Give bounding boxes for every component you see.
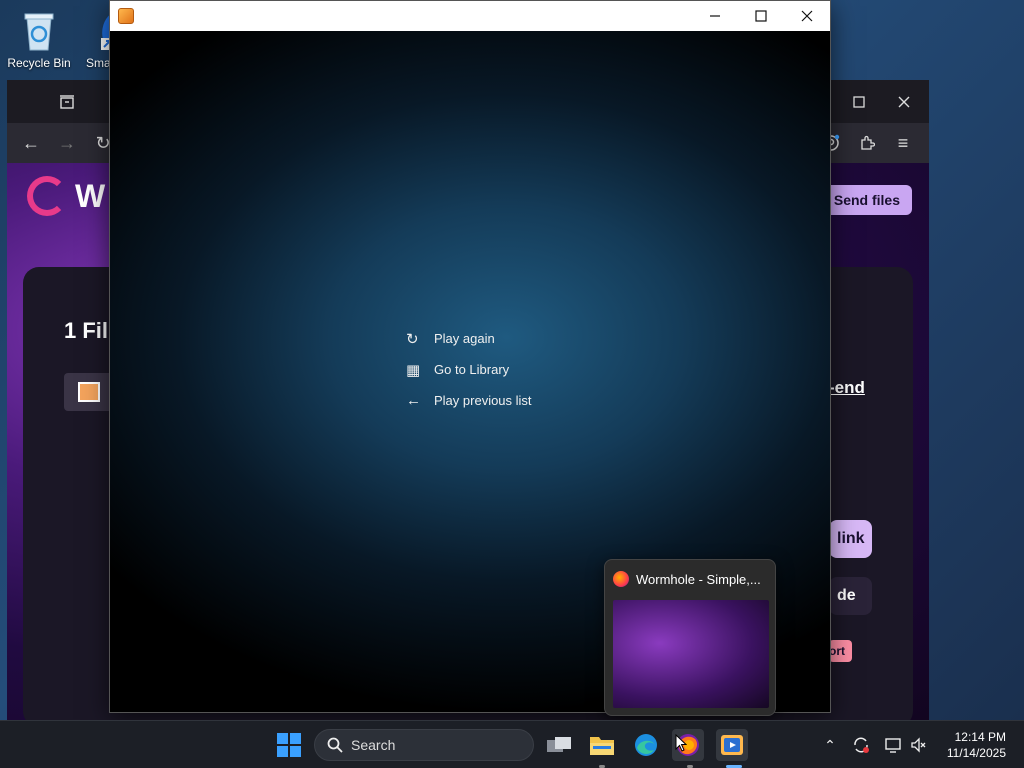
maximize-button[interactable] (738, 1, 784, 31)
player-title-bar (110, 1, 830, 31)
edge-icon[interactable] (630, 729, 662, 761)
file-count-heading: 1 Fil (64, 318, 109, 343)
menu-item-label: Go to Library (434, 362, 510, 377)
copy-link-button[interactable]: link (829, 520, 872, 558)
close-button[interactable] (784, 1, 830, 31)
thumbnail-preview-image[interactable] (613, 600, 769, 708)
arrow-left-icon: ← (406, 392, 421, 409)
recycle-bin-icon (24, 13, 54, 51)
mouse-cursor-icon (675, 734, 687, 752)
desktop-icon-label: Sma (86, 56, 110, 70)
search-icon (327, 737, 343, 753)
taskbar-search-box[interactable]: Search (314, 729, 534, 761)
media-player-app-icon (118, 8, 134, 24)
maximize-button[interactable] (836, 80, 882, 123)
menu-icon[interactable]: ≡ (885, 123, 921, 163)
start-button[interactable] (277, 733, 301, 757)
tab-overview-icon[interactable] (44, 80, 90, 123)
desktop-icon-label: Recycle Bin (7, 56, 71, 70)
report-button[interactable]: ort (829, 640, 852, 662)
end-to-end-link[interactable]: -end (829, 378, 865, 398)
forward-button[interactable]: → (49, 123, 85, 163)
taskbar-thumbnail-preview[interactable]: Wormhole - Simple,... (604, 559, 776, 716)
replay-icon: ↻ (406, 330, 419, 348)
clock-date: 11/14/2025 (946, 746, 1006, 760)
firefox-icon (613, 571, 629, 587)
file-explorer-icon[interactable] (586, 729, 618, 761)
file-row[interactable] (64, 373, 114, 411)
thumbnail-title: Wormhole - Simple,... (636, 571, 761, 587)
thumbnail-title-row: Wormhole - Simple,... (605, 560, 775, 598)
end-of-playback-menu: ↻ Play again ▦ Go to Library ← Play prev… (406, 323, 532, 416)
shortcut-icon (101, 14, 110, 50)
task-view-icon[interactable] (543, 729, 575, 761)
taskbar: Search ⌃ 12:14 PM 11/14/2025 (0, 720, 1024, 768)
minimize-button[interactable] (692, 1, 738, 31)
file-icon (78, 382, 100, 402)
show-qr-code-button[interactable]: de (829, 577, 872, 615)
menu-item-label: Play again (434, 331, 495, 346)
desktop-icon-smartscreen[interactable]: Sma (70, 8, 110, 70)
play-previous-list-button[interactable]: ← Play previous list (406, 385, 532, 416)
sync-icon[interactable] (851, 735, 871, 755)
site-logo[interactable]: W (27, 176, 105, 216)
wormhole-logo-icon (27, 176, 67, 216)
chevron-up-icon[interactable]: ⌃ (820, 735, 840, 755)
menu-item-label: Play previous list (434, 393, 532, 408)
network-icon[interactable] (883, 735, 903, 755)
play-again-button[interactable]: ↻ Play again (406, 323, 532, 354)
desktop-icon-recycle-bin[interactable]: Recycle Bin (5, 8, 73, 70)
send-files-button[interactable]: Send files (821, 185, 912, 215)
volume-muted-icon[interactable] (908, 735, 928, 755)
search-placeholder: Search (351, 737, 396, 753)
back-button[interactable]: ← (13, 123, 49, 163)
media-player-taskbar-icon[interactable] (716, 729, 748, 761)
library-icon: ▦ (406, 361, 421, 379)
go-to-library-button[interactable]: ▦ Go to Library (406, 354, 532, 385)
system-clock[interactable]: 12:14 PM 11/14/2025 (947, 729, 1006, 761)
extensions-icon[interactable] (849, 123, 885, 163)
close-button[interactable] (881, 80, 927, 123)
clock-time: 12:14 PM (954, 730, 1006, 744)
site-logo-text: W (75, 177, 106, 214)
